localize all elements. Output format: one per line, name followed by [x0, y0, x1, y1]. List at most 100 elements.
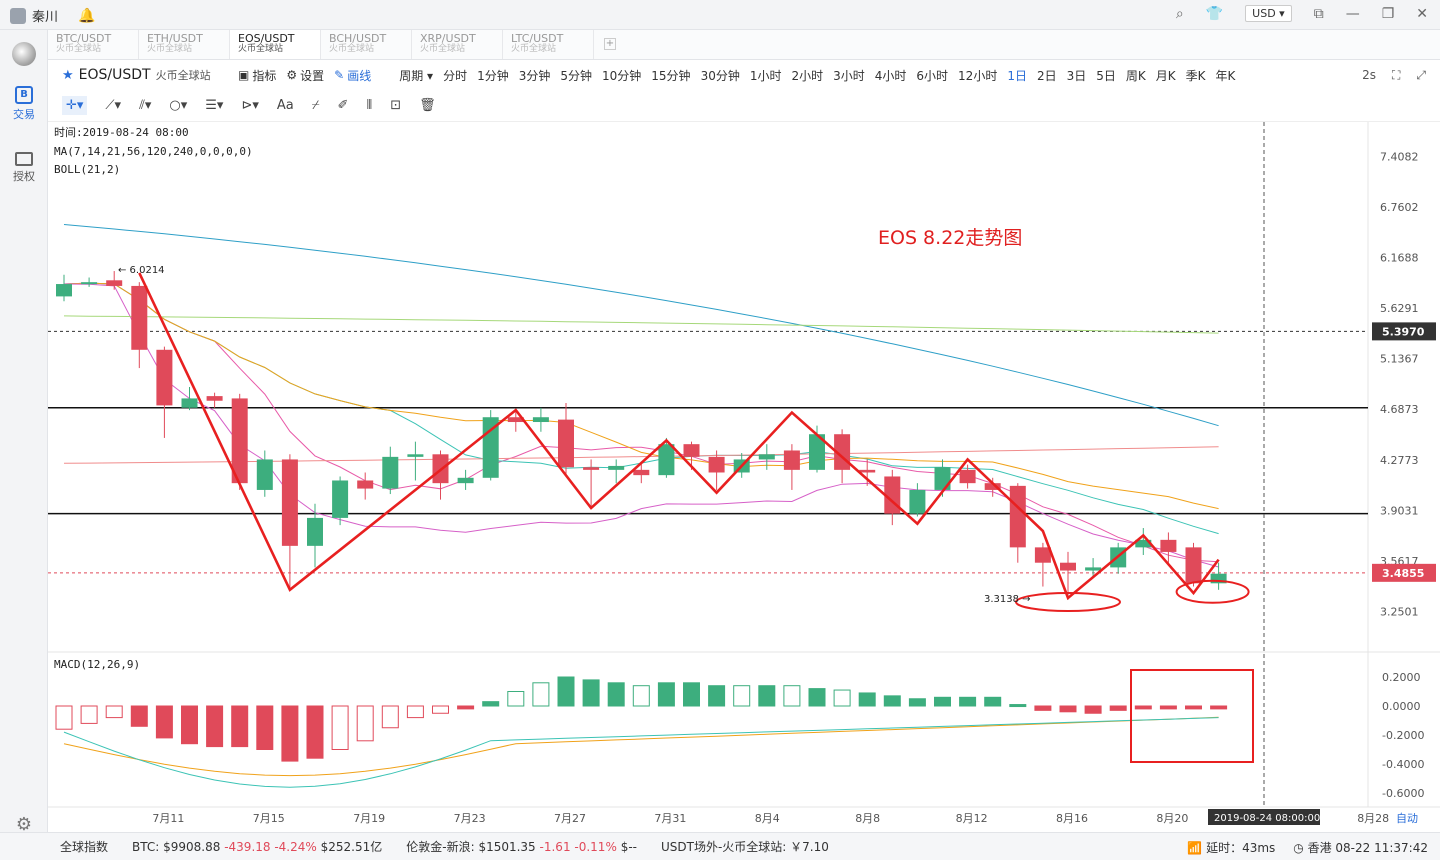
lock-tool-icon[interactable]: ⊡ — [390, 98, 401, 113]
period-11[interactable]: 4小时 — [875, 67, 907, 84]
arrow-tool-icon[interactable]: ⊳▾ — [241, 98, 258, 113]
period-15[interactable]: 2日 — [1037, 67, 1057, 84]
x-tick-label: 7月19 — [353, 812, 385, 825]
tab-bch-usdt[interactable]: BCH/USDT 火币全球站 — [321, 30, 412, 59]
period-19[interactable]: 月K — [1156, 67, 1176, 84]
candle-body — [106, 280, 123, 286]
macd-bar — [1159, 705, 1177, 710]
gear-icon: ⚙ — [286, 68, 298, 82]
candle-body — [583, 467, 600, 470]
star-icon[interactable]: ★ — [62, 68, 74, 83]
crosshair-tool-icon[interactable]: ✛▾ — [62, 96, 88, 115]
tab-ltc-usdt[interactable]: LTC/USDT 火币全球站 — [503, 30, 594, 59]
period-18[interactable]: 周K — [1126, 67, 1146, 84]
settings-button[interactable]: ⚙ 设置 — [286, 67, 324, 84]
draw-button[interactable]: ✎ 画线 — [334, 67, 371, 84]
currency-select[interactable]: USD ▾ — [1245, 5, 1292, 22]
period-0[interactable]: 周期 ▾ — [399, 67, 433, 84]
parallel-tool-icon[interactable]: ⫽▾ — [139, 98, 151, 113]
macd-bar — [883, 695, 901, 707]
fib-tool-icon[interactable]: ☰▾ — [205, 98, 223, 113]
low-ellipse-2 — [1175, 579, 1250, 604]
candle-body — [332, 480, 349, 518]
clock-icon: ◷ — [1293, 841, 1304, 855]
candle-body — [683, 444, 700, 457]
period-21[interactable]: 年K — [1216, 67, 1236, 84]
period-10[interactable]: 3小时 — [833, 67, 865, 84]
macd-bar — [657, 682, 675, 707]
chart-svg[interactable]: 7.4082 6.7602 6.1688 5.6291 5.1367 4.6873 4.27… — [48, 122, 1440, 832]
brush-tool-icon[interactable]: ✐ — [338, 98, 349, 113]
search-icon[interactable]: ⌕ — [1176, 6, 1184, 22]
macd-tick-label: -0.6000 — [1382, 787, 1424, 800]
period-3[interactable]: 3分钟 — [519, 67, 551, 84]
symbol-tabs: BTC/USDT 火币全球站 ETH/USDT 火币全球站 EOS/USDT 火币全球站 B… — [48, 30, 1440, 60]
period-17[interactable]: 5日 — [1096, 67, 1116, 84]
period-12[interactable]: 6小时 — [916, 67, 948, 84]
fullscreen-icon[interactable]: ⛶ — [1392, 68, 1400, 83]
tab-btc-usdt[interactable]: BTC/USDT 火币全球站 — [48, 30, 139, 59]
period-6[interactable]: 15分钟 — [651, 67, 690, 84]
bell-icon[interactable]: 🔔 — [78, 8, 95, 24]
period-9[interactable]: 2小时 — [791, 67, 823, 84]
period-4[interactable]: 5分钟 — [560, 67, 592, 84]
expand-icon[interactable]: ⤢ — [1416, 68, 1426, 83]
period-1[interactable]: 分时 — [443, 67, 467, 84]
title-bar: 秦川 🔔 ⌕ 👕 USD ▾ ⧉ — ❐ ✕ — [0, 0, 1440, 30]
macd-bar — [858, 692, 876, 707]
period-16[interactable]: 3日 — [1067, 67, 1087, 84]
period-14[interactable]: 1日 — [1007, 67, 1027, 84]
y-tick-label: 6.1688 — [1380, 252, 1419, 265]
btc-change: -439.18 -4.24% — [224, 840, 317, 854]
close-icon[interactable]: ✕ — [1416, 6, 1428, 22]
period-2[interactable]: 1分钟 — [477, 67, 509, 84]
shirt-icon[interactable]: 👕 — [1206, 6, 1223, 22]
tab-eos-usdt[interactable]: EOS/USDT 火币全球站 — [230, 30, 321, 59]
tab-exchange: 火币全球站 — [56, 44, 102, 54]
macd-bar — [1109, 705, 1127, 711]
y-tick-label: 5.1367 — [1380, 353, 1419, 366]
period-5[interactable]: 10分钟 — [602, 67, 641, 84]
trash-icon[interactable]: 🗑 — [419, 98, 436, 113]
pattern-tool-icon[interactable]: ⦀ — [366, 98, 372, 113]
macd-bar — [206, 705, 224, 748]
tab-eth-usdt[interactable]: ETH/USDT 火币全球站 — [139, 30, 230, 59]
restore-icon[interactable]: ❐ — [1382, 6, 1395, 22]
tab-exchange: 火币全球站 — [147, 44, 193, 54]
macd-bar — [1185, 705, 1202, 710]
tab-pair: BTC/USDT — [56, 32, 112, 45]
legend-boll: BOLL(21,2) — [54, 163, 120, 176]
macd-bar — [105, 705, 123, 719]
global-index-label[interactable]: 全球指数 — [60, 838, 108, 855]
macd-bar — [306, 705, 324, 759]
line-tool-icon[interactable]: ⟋▾ — [105, 98, 121, 113]
period-7[interactable]: 30分钟 — [701, 67, 740, 84]
indicators-button[interactable]: ▣ 指标 — [238, 67, 276, 84]
refresh-interval[interactable]: 2s — [1362, 68, 1376, 83]
macd-bar — [959, 696, 977, 707]
sidebar-item-auth[interactable]: 授权 — [0, 152, 48, 184]
sidebar-item-trade[interactable]: B 交易 — [0, 86, 48, 122]
settings-label: 设置 — [300, 68, 325, 83]
candle-body — [307, 517, 323, 546]
new-window-icon[interactable]: ⧉ — [1314, 6, 1324, 22]
candle-body — [81, 282, 98, 285]
macd-tick-label: 0.0000 — [1382, 700, 1421, 713]
tab-xrp-usdt[interactable]: XRP/USDT 火币全球站 — [412, 30, 503, 59]
latency-value: 延时：43ms — [1206, 841, 1276, 855]
text-tool-icon[interactable]: Aa — [277, 98, 294, 113]
indicators-label: 指标 — [252, 68, 277, 83]
period-8[interactable]: 1小时 — [750, 67, 782, 84]
price-chart[interactable]: 7.4082 6.7602 6.1688 5.6291 5.1367 4.6873 4.27… — [48, 122, 1440, 832]
macd-bar — [1034, 705, 1052, 711]
minimize-icon[interactable]: — — [1346, 6, 1360, 22]
gold-quote: 伦敦金-新浪: $1501.35 -1.61 -0.11% $-- — [406, 838, 637, 855]
auto-scale-label: 自动 — [1396, 812, 1418, 825]
period-13[interactable]: 12小时 — [958, 67, 997, 84]
add-tab-icon[interactable]: + — [604, 38, 616, 50]
shape-tool-icon[interactable]: ○▾ — [169, 98, 187, 113]
period-20[interactable]: 季K — [1186, 67, 1206, 84]
app-logo-icon — [12, 42, 36, 66]
user-info[interactable]: 秦川 🔔 — [10, 6, 95, 25]
ruler-tool-icon[interactable]: ⌿ — [312, 98, 320, 113]
